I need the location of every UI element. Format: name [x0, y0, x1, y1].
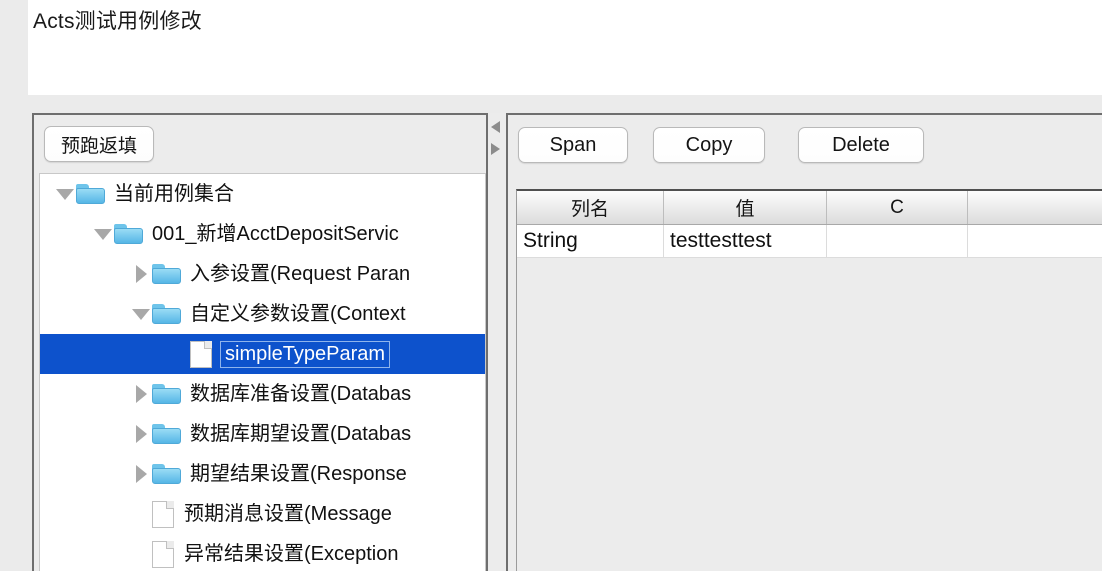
tree-node[interactable]: 001_新增AcctDepositServic: [40, 214, 485, 254]
tree-toolbar: 预跑返填: [34, 115, 486, 169]
tree-node-label: 预期消息设置(Message: [184, 503, 392, 525]
tree-node[interactable]: 预期消息设置(Message: [40, 494, 485, 534]
detail-toolbar: Span Copy Delete: [508, 115, 1102, 173]
cell-value[interactable]: testtesttest: [663, 224, 827, 258]
prerun-backfill-button[interactable]: 预跑返填: [44, 126, 155, 162]
folder-icon: [152, 462, 182, 486]
folder-icon: [152, 262, 182, 286]
chevron-right-icon[interactable]: [130, 374, 152, 414]
tree-node[interactable]: 异常结果设置(Exception: [40, 534, 485, 571]
chevron-right-icon[interactable]: [130, 414, 152, 454]
tree-node-label: 001_新增AcctDepositServic: [152, 223, 399, 245]
testcase-tree: 当前用例集合 001_新增AcctDepositServic 入参设置(Reques…: [40, 174, 485, 571]
tree-node[interactable]: simpleTypeParam: [40, 334, 485, 374]
acts-testcase-editor-window: Acts测试用例修改 预跑返填 当前用例集合 001_新增AcctDepositS…: [0, 0, 1102, 571]
chevron-down-icon[interactable]: [54, 174, 76, 214]
tree-node-label: 数据库期望设置(Databas: [190, 423, 412, 445]
tree-node[interactable]: 期望结果设置(Response: [40, 454, 485, 494]
chevron-down-icon[interactable]: [92, 214, 114, 254]
title-area: Acts测试用例修改: [28, 0, 1102, 95]
parameter-table: 列名 值 C String testtesttest: [517, 191, 1102, 258]
file-icon: [190, 340, 212, 368]
column-header-name[interactable]: 列名: [517, 191, 664, 225]
chevron-right-icon[interactable]: [130, 254, 152, 294]
copy-button[interactable]: Copy: [653, 127, 765, 163]
delete-button[interactable]: Delete: [798, 127, 924, 163]
testcase-tree-panel: 预跑返填 当前用例集合 001_新增AcctDepositServic 入参设置(R…: [32, 113, 488, 571]
cell-type[interactable]: String: [517, 224, 664, 258]
folder-icon: [152, 382, 182, 406]
chevron-right-icon[interactable]: [130, 454, 152, 494]
tree-node-label[interactable]: simpleTypeParam: [220, 340, 391, 368]
column-header-c[interactable]: C: [826, 191, 968, 225]
tree-node[interactable]: 自定义参数设置(Context: [40, 294, 485, 334]
column-header-extra[interactable]: [967, 191, 1102, 225]
span-button[interactable]: Span: [518, 127, 628, 163]
chevron-down-icon[interactable]: [130, 294, 152, 334]
tree-node-label: 异常结果设置(Exception: [184, 543, 399, 565]
table-row[interactable]: String testtesttest: [517, 224, 1102, 258]
table-body: String testtesttest: [517, 224, 1102, 258]
folder-icon: [76, 182, 106, 206]
tree-node-label: 当前用例集合: [114, 183, 234, 205]
table-header-row: 列名 值 C: [517, 191, 1102, 225]
tree-node[interactable]: 当前用例集合: [40, 174, 485, 214]
tree-node-label: 自定义参数设置(Context: [190, 303, 406, 325]
parameter-table-area: 列名 值 C String testtesttest: [516, 189, 1102, 571]
cell-extra: [967, 224, 1102, 258]
page-title: Acts测试用例修改: [33, 10, 202, 33]
tree-node[interactable]: 数据库期望设置(Databas: [40, 414, 485, 454]
tree-node-label: 入参设置(Request Paran: [190, 263, 411, 285]
tree-node-label: 数据库准备设置(Databas: [190, 383, 412, 405]
file-icon: [152, 500, 174, 528]
panel-splitter[interactable]: [488, 113, 506, 571]
triangle-left-icon[interactable]: [491, 121, 500, 133]
column-header-value[interactable]: 值: [663, 191, 827, 225]
cell-c[interactable]: [826, 224, 968, 258]
triangle-right-icon[interactable]: [491, 143, 500, 155]
parameter-detail-panel: Span Copy Delete 列名 值 C String testtestte…: [506, 113, 1102, 571]
tree-scroll-area[interactable]: 当前用例集合 001_新增AcctDepositServic 入参设置(Reques…: [39, 173, 486, 571]
tree-node[interactable]: 数据库准备设置(Databas: [40, 374, 485, 414]
folder-icon: [114, 222, 144, 246]
tree-node-label: 期望结果设置(Response: [190, 463, 407, 485]
folder-icon: [152, 302, 182, 326]
folder-icon: [152, 422, 182, 446]
tree-node[interactable]: 入参设置(Request Paran: [40, 254, 485, 294]
file-icon: [152, 540, 174, 568]
